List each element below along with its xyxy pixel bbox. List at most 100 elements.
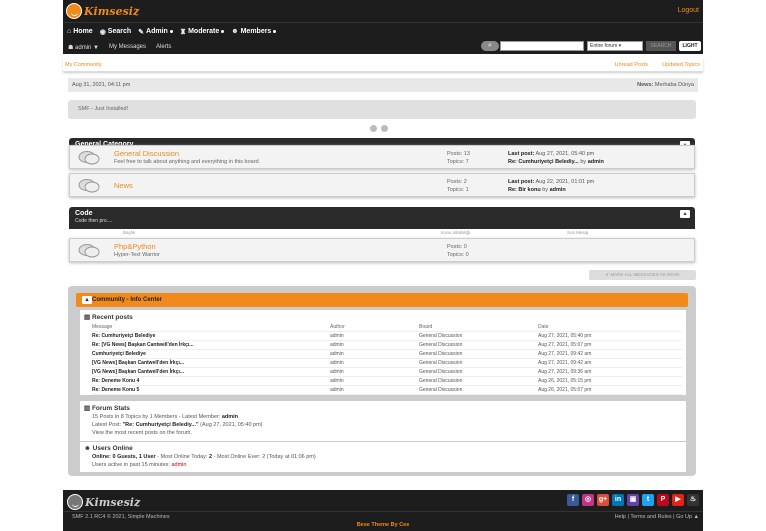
linkedin-icon[interactable]: in (612, 494, 624, 506)
board-name[interactable]: Php&Python (114, 242, 156, 251)
post-author[interactable]: admin (330, 360, 344, 366)
slider-dot[interactable] (370, 125, 377, 132)
collapse-icon[interactable]: ▴ (82, 296, 92, 304)
updated-topics-link[interactable]: Updated Topics (662, 62, 700, 68)
category-subtitle: Code then pro.... (75, 218, 113, 224)
stats-line: 15 Posts in 8 Topics by 1 Members - Late… (92, 414, 238, 420)
collapse-icon[interactable]: ▴ (680, 210, 690, 218)
column-title: Başlık (123, 230, 136, 235)
lastpost-topic[interactable]: Re: Bir konu (508, 187, 541, 193)
footer-logo[interactable]: Kimsesiz (67, 494, 140, 510)
latest-post-link[interactable]: "Re: Cumhuriyetçi Belediy..." (123, 422, 199, 428)
post-message[interactable]: Re: Deneme Konu 4 (92, 378, 139, 384)
active-user-link[interactable]: admin (171, 462, 186, 468)
post-board[interactable]: General Discussion (419, 342, 462, 348)
board-name[interactable]: General Discussion (114, 149, 179, 158)
forum-stats-panel: ▥ Forum Stats 15 Posts in 8 Topics by 1 … (80, 401, 686, 441)
unread-posts-link[interactable]: Unread Posts (615, 62, 648, 68)
view-recent-posts-link[interactable]: View the most recent posts on the forum. (92, 430, 192, 436)
googleplus-icon[interactable]: g+ (597, 494, 609, 506)
post-author[interactable]: admin (330, 378, 344, 384)
logout-link[interactable]: Logout (678, 7, 699, 14)
board-posts: Posts: 0 (447, 244, 467, 250)
lastpost-topic[interactable]: Re: Cumhuriyetçi Belediy... (508, 159, 579, 165)
lastpost-user[interactable]: admin (550, 187, 566, 193)
nav-members[interactable]: ☻ Members (231, 28, 277, 35)
dropdown-dot-icon (221, 30, 225, 33)
my-messages-link[interactable]: My Messages (109, 44, 146, 50)
nav-home[interactable]: ⌂ Home (67, 28, 93, 35)
header-board: Board (419, 324, 433, 330)
user-menu[interactable]: ☗ admin ▼ (68, 44, 99, 51)
search-icon[interactable]: ⌕ (481, 41, 499, 51)
nav-admin[interactable]: ✎ Admin (138, 28, 173, 36)
twitch-icon[interactable]: ▣ (627, 494, 639, 506)
post-board[interactable]: General Discussion (419, 369, 462, 375)
breadcrumb-home[interactable]: My Community (65, 62, 102, 68)
twitter-icon[interactable]: t (642, 494, 654, 506)
post-message[interactable]: [VG News] Başkan Cantwell'den İrkçı... (92, 360, 184, 366)
online-count: 0 Guests, 1 User (112, 454, 156, 460)
post-message[interactable]: Re: [VG News] Başkan Cantwell'den İrkçı.… (92, 342, 194, 348)
breadcrumb: My Community Unread Posts Updated Topics (63, 58, 703, 72)
steam-icon[interactable]: ♨ (687, 494, 699, 506)
search-input[interactable] (500, 41, 584, 51)
post-author[interactable]: admin (330, 333, 344, 339)
info-center: My Community - Info Center ▴ ▤ Recent po… (68, 286, 696, 476)
post-date: Aug 26, 2021, 05:07 pm (538, 387, 592, 393)
post-author[interactable]: admin (330, 342, 344, 348)
board-row[interactable]: News Posts: 2 Topics: 1 Last post: Aug 22… (69, 173, 695, 197)
lastpost-user[interactable]: admin (588, 159, 604, 165)
mark-all-read-button[interactable]: ✔ MARK ALL MESSAGES AS READ (589, 270, 696, 280)
latest-post-label: Latest Post: (92, 422, 122, 428)
post-board[interactable]: General Discussion (419, 351, 462, 357)
dropdown-dot-icon (273, 30, 277, 33)
post-board[interactable]: General Discussion (419, 378, 462, 384)
youtube-icon[interactable]: ▶ (672, 494, 684, 506)
nav-moderate[interactable]: ♜ Moderate (180, 28, 225, 36)
nav-search[interactable]: ◉ Search (100, 28, 131, 36)
slider-dot[interactable] (381, 125, 388, 132)
category-title[interactable]: Code (75, 210, 93, 217)
recent-post-row: Re: [VG News] Başkan Cantwell'den İrkçı.… (92, 341, 682, 350)
active-line: Users active in past 15 minutes: admin (92, 462, 186, 468)
document-icon: ▤ (84, 314, 92, 321)
online-line: Online: 0 Guests, 1 User - Most Online T… (92, 454, 316, 460)
post-message[interactable]: Re: Cumhuriyetçi Belediye (92, 333, 155, 339)
search-button[interactable]: SEARCH (646, 41, 676, 51)
category-code: Code Code then pro.... ▴ (69, 207, 695, 229)
theme-credit[interactable]: Bese Theme By Cee (63, 522, 703, 528)
footer-links[interactable]: Help | Terms and Rules | Go Up ▲ (615, 514, 699, 520)
post-message[interactable]: Cumhuriyetçi Belediye (92, 351, 146, 357)
board-topics: Topics: 7 (447, 159, 469, 165)
post-board[interactable]: General Discussion (419, 333, 462, 339)
post-message[interactable]: [VG News] Başkan Cantwell'den İrkçı... (92, 369, 184, 375)
post-board[interactable]: General Discussion (419, 360, 462, 366)
site-logo[interactable]: Kimsesiz (66, 3, 139, 19)
board-name[interactable]: News (114, 181, 133, 190)
board-row[interactable]: General Discussion Feel free to talk abo… (69, 145, 695, 169)
post-author[interactable]: admin (330, 369, 344, 375)
board-row[interactable]: Php&Python Hyper-Text Warrior Posts: 0 To… (69, 238, 695, 262)
post-author[interactable]: admin (330, 351, 344, 357)
copyright[interactable]: SMF 2.1 RC4 © 2021, Simple Machines (72, 514, 170, 520)
pinterest-icon[interactable]: P (657, 494, 669, 506)
facebook-icon[interactable]: f (567, 494, 579, 506)
lastpost-label: Last post: (508, 179, 535, 185)
light-theme-button[interactable]: LIGHT (679, 41, 701, 51)
recent-post-row: Re: Deneme Konu 4 admin General Discussion… (92, 377, 682, 386)
user-icon: ☗ (68, 44, 76, 51)
latest-member-link[interactable]: admin (222, 414, 238, 420)
forum-stats-title: ▥ Forum Stats (84, 404, 130, 412)
nav-label: Moderate (188, 28, 220, 35)
search-scope-select[interactable]: Entire forum ▾ (587, 41, 643, 51)
search-bar: ⌕ Entire forum ▾ SEARCH LIGHT (481, 41, 701, 51)
post-board[interactable]: General Discussion (419, 387, 462, 393)
post-author[interactable]: admin (330, 387, 344, 393)
instagram-icon[interactable]: ◎ (582, 494, 594, 506)
post-date: Aug 27, 2021, 09:42 am (538, 351, 592, 357)
alerts-link[interactable]: Alerts (156, 44, 171, 50)
post-message[interactable]: Re: Deneme Konu 5 (92, 387, 139, 393)
column-lastpost: Son Mesaj (567, 230, 589, 235)
lastpost-by: by (542, 187, 549, 193)
